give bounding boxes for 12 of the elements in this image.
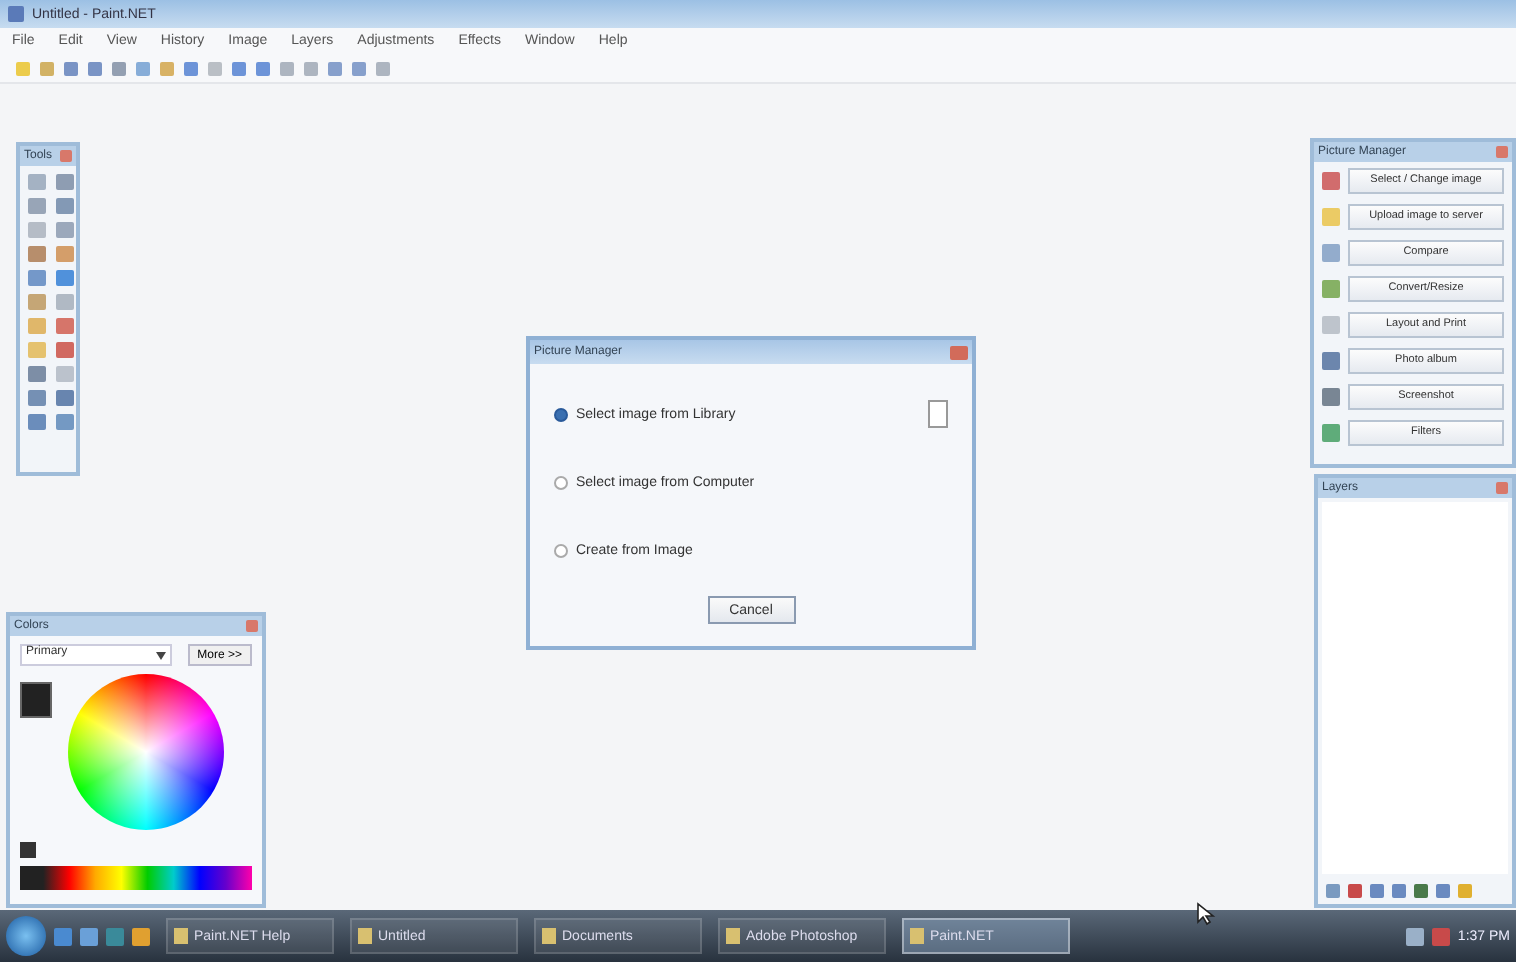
close-icon[interactable] (246, 620, 258, 632)
start-button[interactable] (6, 916, 46, 956)
close-icon[interactable] (1496, 146, 1508, 158)
caret-icon (156, 652, 166, 660)
color-palette[interactable] (20, 866, 252, 890)
close-icon[interactable] (950, 345, 968, 359)
close-icon[interactable] (1496, 482, 1508, 494)
document-icon (928, 400, 948, 428)
primary-color-swatch[interactable] (20, 682, 52, 718)
close-icon[interactable] (60, 150, 72, 162)
cursor-icon (1196, 902, 1216, 926)
app-icon (8, 6, 24, 22)
